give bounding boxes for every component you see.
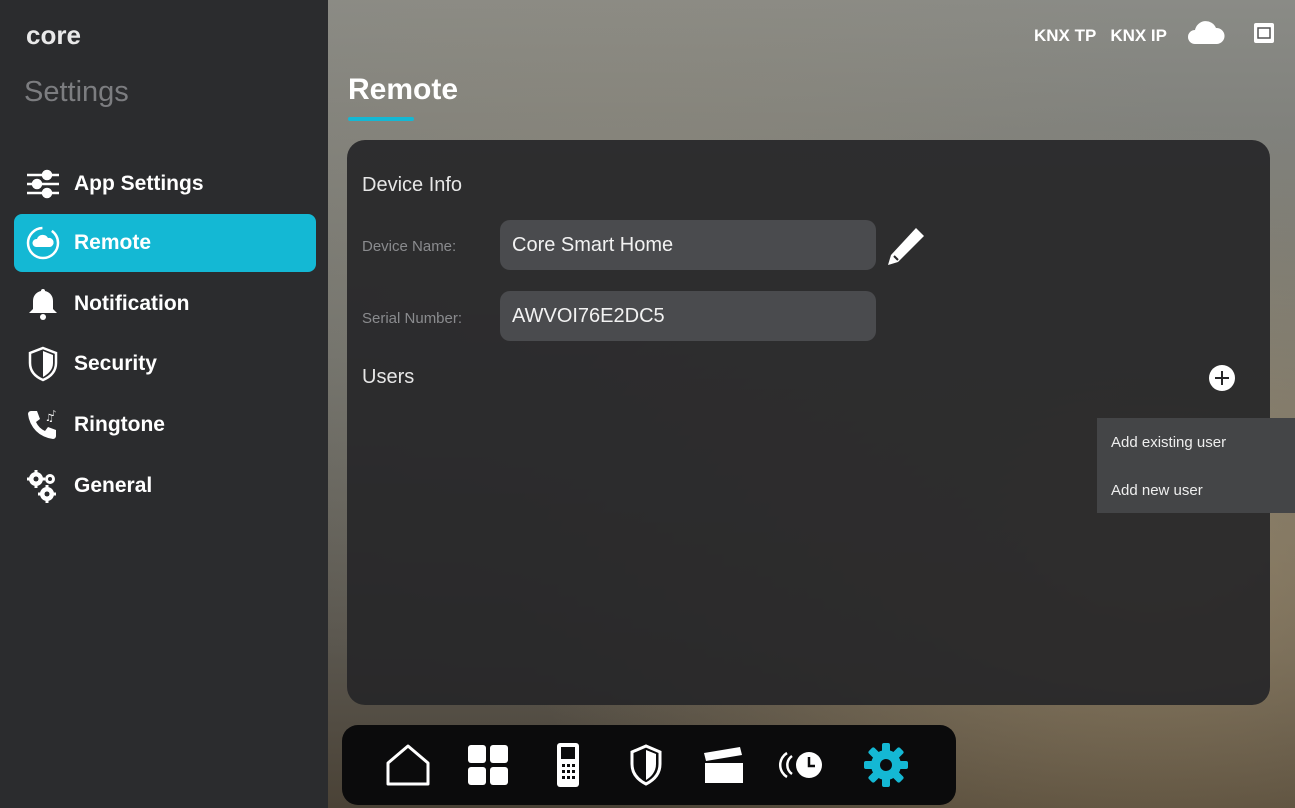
timer-icon[interactable] — [774, 737, 830, 793]
grid-icon[interactable] — [460, 737, 516, 793]
shield-icon — [24, 345, 62, 383]
serial-number-value: AWVOI76E2DC5 — [512, 304, 665, 327]
device-name-value: Core Smart Home — [512, 233, 674, 256]
bell-icon — [24, 285, 62, 323]
shield-icon[interactable] — [618, 737, 674, 793]
cloud-remote-icon — [24, 224, 62, 262]
clapperboard-icon[interactable] — [696, 737, 752, 793]
sidebar-item-general[interactable]: General — [14, 457, 316, 515]
sidebar-item-ringtone[interactable]: ♫ ♪ Ringtone — [14, 396, 316, 454]
device-info-heading: Device Info — [362, 174, 463, 196]
page-title: Remote — [348, 73, 459, 106]
status-bar: KNX TP KNX IP — [1034, 20, 1275, 51]
sidebar-item-notification[interactable]: Notification — [14, 275, 316, 333]
users-heading: Users — [362, 366, 415, 388]
sliders-icon — [24, 165, 62, 203]
sidebar-item-label: Notification — [74, 292, 190, 315]
serial-number-label: Serial Number: — [362, 310, 463, 327]
sidebar-title: Settings — [24, 76, 129, 108]
device-name-field[interactable]: Core Smart Home — [500, 220, 876, 270]
app-logo: core — [26, 20, 81, 50]
svg-text:♪: ♪ — [51, 409, 56, 418]
sidebar-item-label: Ringtone — [74, 413, 165, 436]
pencil-edit-icon[interactable] — [884, 224, 928, 273]
title-underline — [348, 117, 414, 121]
knx-tp-status: KNX TP — [1033, 25, 1097, 45]
cloud-icon — [1187, 20, 1225, 51]
gears-icon — [24, 467, 62, 505]
window-icon[interactable] — [1253, 22, 1275, 49]
sidebar-item-label: Security — [74, 352, 157, 375]
add-user-plus-icon[interactable] — [1208, 364, 1236, 392]
sidebar-item-remote[interactable]: Remote — [14, 214, 316, 272]
sidebar-item-label: Remote — [74, 231, 152, 254]
sidebar-item-label: General — [74, 474, 153, 497]
device-name-label: Device Name: — [362, 238, 457, 255]
home-icon[interactable] — [380, 737, 436, 793]
bottom-nav — [342, 725, 956, 805]
add-user-menu: Add existing user Add new user — [1097, 418, 1295, 513]
knx-ip-status: KNX IP — [1110, 25, 1167, 45]
sidebar-item-app-settings[interactable]: App Settings — [14, 155, 316, 213]
intercom-icon[interactable] — [540, 737, 596, 793]
sidebar-item-label: App Settings — [74, 172, 204, 195]
menu-item-add-existing-user[interactable]: Add existing user — [1111, 434, 1226, 451]
settings-gear-icon[interactable] — [858, 737, 914, 793]
sidebar: core Settings App Settings Remote Notifi… — [0, 0, 328, 808]
sidebar-item-security[interactable]: Security — [14, 335, 316, 393]
phone-music-icon: ♫ ♪ — [24, 406, 62, 444]
menu-item-add-new-user[interactable]: Add new user — [1111, 482, 1203, 499]
serial-number-field: AWVOI76E2DC5 — [500, 291, 876, 341]
